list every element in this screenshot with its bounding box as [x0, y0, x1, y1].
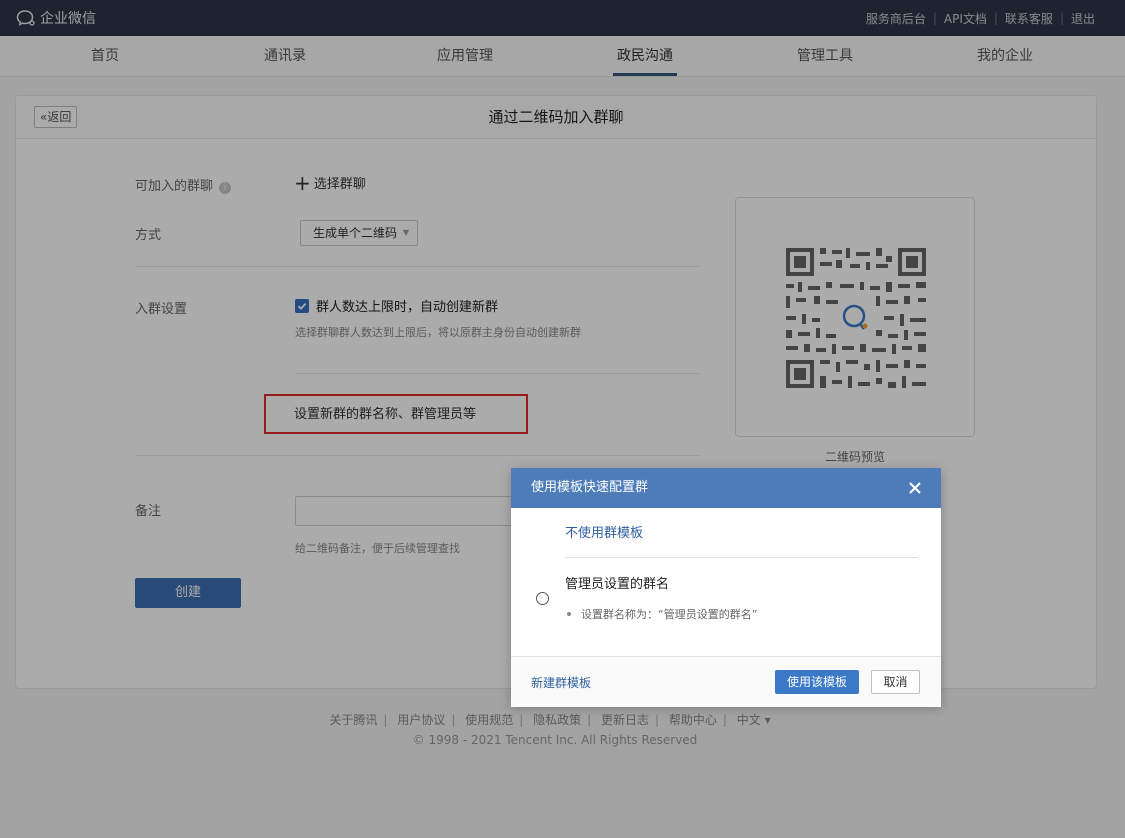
divider: [565, 557, 918, 558]
close-button[interactable]: [903, 476, 927, 500]
template-option-title[interactable]: 管理员设置的群名: [565, 573, 669, 592]
use-template-button[interactable]: 使用该模板: [775, 670, 859, 694]
bullet-icon: [567, 612, 571, 616]
dialog-header: 使用模板快速配置群: [511, 468, 941, 508]
template-dialog: 使用模板快速配置群 不使用群模板 管理员设置的群名 设置群名称为：“管理员设置的…: [511, 468, 941, 707]
modal-overlay[interactable]: [0, 0, 1125, 838]
dialog-title: 使用模板快速配置群: [531, 480, 649, 495]
no-template-option[interactable]: 不使用群模板: [565, 522, 643, 541]
cancel-button[interactable]: 取消: [871, 670, 920, 694]
new-template-link[interactable]: 新建群模板: [531, 674, 591, 691]
close-icon: [909, 482, 921, 494]
template-radio[interactable]: [536, 592, 549, 605]
template-option-description: 设置群名称为：“管理员设置的群名”: [565, 606, 757, 622]
dialog-footer: 新建群模板 使用该模板 取消: [511, 656, 941, 707]
